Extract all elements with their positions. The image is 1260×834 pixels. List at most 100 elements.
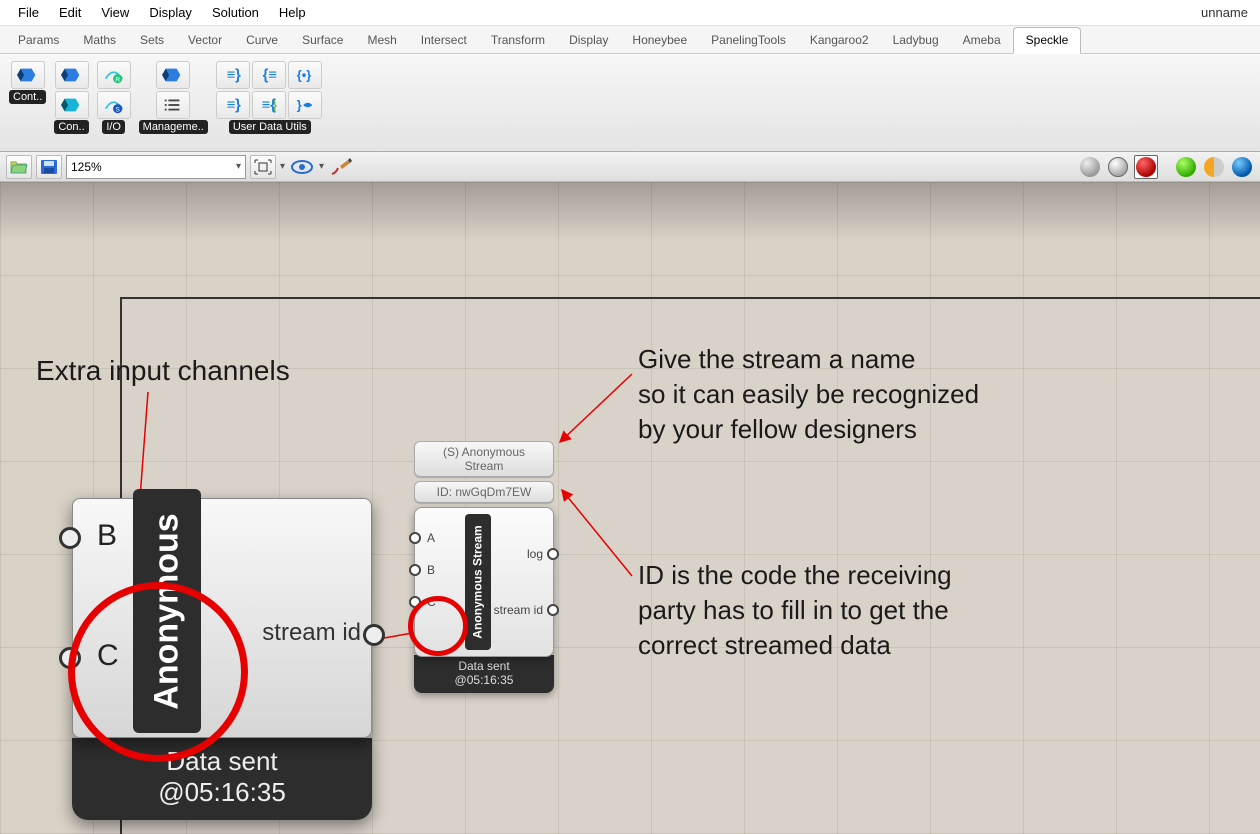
ribbon: Cont.. Con.. R S I/O Manageme.. ≡} {≡ {•… <box>0 54 1260 152</box>
open-button[interactable] <box>6 155 32 179</box>
tab-maths[interactable]: Maths <box>71 28 128 53</box>
output-port[interactable] <box>363 624 385 646</box>
component-body[interactable]: Anonymous Stream A B C log stream id <box>414 507 554 657</box>
component-footer: Data sent @05:16:35 <box>72 738 372 820</box>
svg-text:{≡: {≡ <box>262 68 276 84</box>
component-title-bar: Anonymous <box>133 489 201 733</box>
pencil-icon[interactable] <box>328 155 354 179</box>
svg-text:}: } <box>272 98 277 113</box>
fish-icon[interactable]: } <box>288 91 322 119</box>
menu-bar: File Edit View Display Solution Help unn… <box>0 0 1260 26</box>
sphere-red-icon[interactable] <box>1134 155 1158 179</box>
panel-con: Con.. <box>51 58 91 137</box>
input-port[interactable] <box>409 532 421 544</box>
panel-label: User Data Utils <box>229 120 311 134</box>
stream-id-pill[interactable]: ID: nwGqDm7EW <box>414 481 554 503</box>
tab-panelingtools[interactable]: PanelingTools <box>699 28 798 53</box>
brace-icon[interactable]: {•} <box>288 61 322 89</box>
speckle-sender-component[interactable]: (S) Anonymous Stream ID: nwGqDm7EW Anony… <box>414 437 554 693</box>
tab-curve[interactable]: Curve <box>234 28 290 53</box>
sphere-green-icon[interactable] <box>1174 155 1198 179</box>
sphere-half-icon[interactable] <box>1202 155 1226 179</box>
output-streamid-label: stream id <box>494 603 543 617</box>
tab-speckle[interactable]: Speckle <box>1013 27 1082 54</box>
output-port[interactable] <box>547 604 559 616</box>
output-log-label: log <box>527 547 543 561</box>
svg-text:{•}: {•} <box>297 68 311 83</box>
panel-userdata: ≡} {≡ {•} ≡} ≡{} } User Data Utils <box>213 58 327 137</box>
input-label-c: C <box>427 595 436 609</box>
dropdown-caret-icon[interactable]: ▾ <box>319 161 324 172</box>
tab-intersect[interactable]: Intersect <box>409 28 479 53</box>
tab-surface[interactable]: Surface <box>290 28 355 53</box>
panel-management: Manageme.. <box>136 58 211 137</box>
sphere-grey-icon[interactable] <box>1078 155 1102 179</box>
footer-line2: @05:16:35 <box>72 777 372 808</box>
tab-ladybug[interactable]: Ladybug <box>881 28 951 53</box>
menu-edit[interactable]: Edit <box>49 1 91 24</box>
panel-cont: Cont.. <box>6 58 49 107</box>
input-label-b: B <box>427 563 435 577</box>
tab-ameba[interactable]: Ameba <box>951 28 1013 53</box>
menu-help[interactable]: Help <box>269 1 316 24</box>
secondary-toolbar: 125% ▾ ▾ ▾ <box>0 152 1260 182</box>
annotation-stream-name: Give the stream a name so it can easily … <box>638 342 979 447</box>
component-title-bar: Anonymous Stream <box>465 514 491 650</box>
menu-solution[interactable]: Solution <box>202 1 269 24</box>
zoom-value: 125% <box>71 160 102 174</box>
footer-line1: Data sent <box>72 746 372 777</box>
category-tabs: Params Maths Sets Vector Curve Surface M… <box>0 26 1260 54</box>
component-title: Anonymous Stream <box>471 525 485 638</box>
panel-label: Cont.. <box>9 90 46 104</box>
menu-display[interactable]: Display <box>139 1 202 24</box>
brace-icon[interactable]: ≡{} <box>252 91 286 119</box>
speckle-icon[interactable] <box>55 61 89 89</box>
speckle-icon[interactable] <box>11 61 45 89</box>
dropdown-caret-icon[interactable]: ▾ <box>280 161 285 172</box>
tab-mesh[interactable]: Mesh <box>355 28 408 53</box>
chevron-down-icon: ▾ <box>236 161 241 172</box>
tab-transform[interactable]: Transform <box>479 28 557 53</box>
menu-view[interactable]: View <box>91 1 139 24</box>
zoom-select[interactable]: 125% ▾ <box>66 155 246 179</box>
input-port[interactable] <box>59 647 81 669</box>
input-label-c: C <box>97 639 119 673</box>
document-name: unname <box>1197 1 1252 24</box>
eye-icon[interactable] <box>289 155 315 179</box>
speckle-icon[interactable] <box>55 91 89 119</box>
input-port[interactable] <box>409 564 421 576</box>
wifi-s-icon[interactable]: S <box>97 91 131 119</box>
component-title: Anonymous <box>148 513 187 709</box>
input-port[interactable] <box>59 527 81 549</box>
speckle-icon[interactable] <box>156 61 190 89</box>
tab-vector[interactable]: Vector <box>176 28 234 53</box>
output-port[interactable] <box>547 548 559 560</box>
canvas[interactable]: Extra input channels Give the stream a n… <box>0 182 1260 834</box>
tab-sets[interactable]: Sets <box>128 28 176 53</box>
input-port[interactable] <box>409 596 421 608</box>
save-button[interactable] <box>36 155 62 179</box>
zoom-extents-button[interactable] <box>250 155 276 179</box>
menu-file[interactable]: File <box>8 1 49 24</box>
tab-kangaroo2[interactable]: Kangaroo2 <box>798 28 881 53</box>
sphere-blue-icon[interactable] <box>1230 155 1254 179</box>
stream-name-pill[interactable]: (S) Anonymous Stream <box>414 441 554 477</box>
canvas-shadow <box>0 182 1260 242</box>
footer-line1: Data sent <box>414 659 554 673</box>
panel-label: I/O <box>102 120 125 134</box>
brace-icon[interactable]: ≡} <box>216 61 250 89</box>
sphere-wire-icon[interactable] <box>1106 155 1130 179</box>
list-icon[interactable] <box>156 91 190 119</box>
brace-icon[interactable]: {≡ <box>252 61 286 89</box>
annotation-id: ID is the code the receiving party has t… <box>638 558 952 663</box>
svg-text:≡}: ≡} <box>226 68 241 84</box>
tab-display[interactable]: Display <box>557 28 620 53</box>
tab-honeybee[interactable]: Honeybee <box>620 28 699 53</box>
input-label-a: A <box>427 531 435 545</box>
wifi-r-icon[interactable]: R <box>97 61 131 89</box>
footer-line2: @05:16:35 <box>414 673 554 687</box>
svg-text:}: } <box>297 98 302 113</box>
svg-text:S: S <box>115 106 119 113</box>
brace-icon[interactable]: ≡} <box>216 91 250 119</box>
tab-params[interactable]: Params <box>6 28 71 53</box>
